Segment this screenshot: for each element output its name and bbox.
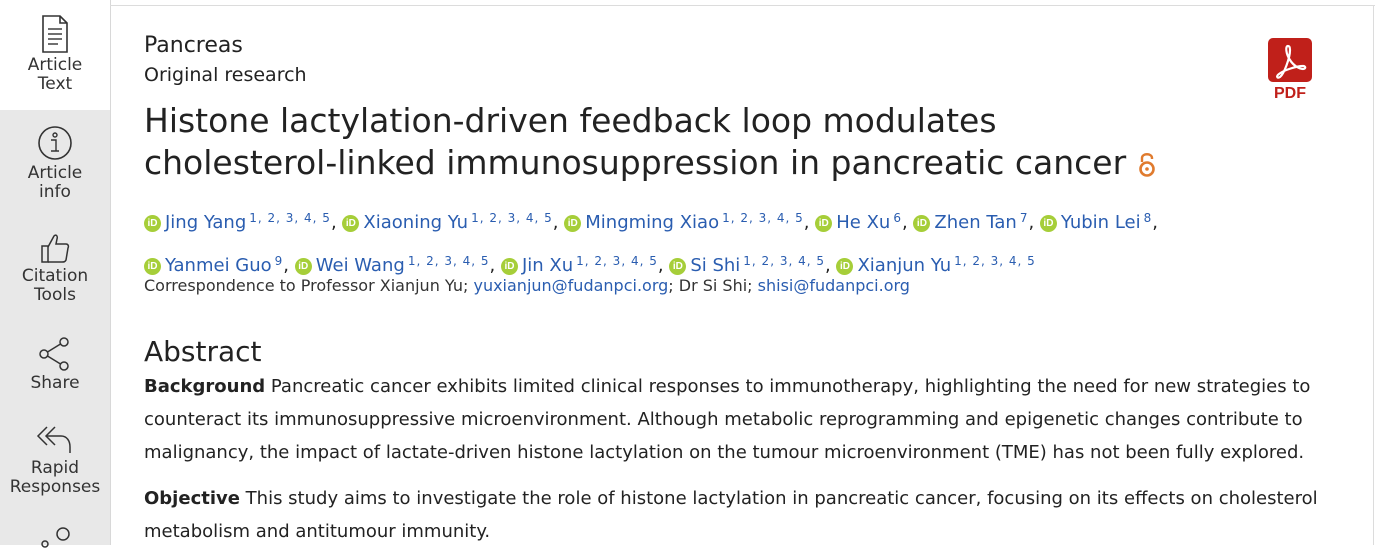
- pdf-icon: [1268, 38, 1312, 82]
- author-name: Jing Yang: [165, 212, 247, 233]
- author-affiliations[interactable]: 9: [275, 254, 284, 268]
- orcid-icon[interactable]: iD: [564, 214, 582, 232]
- objective-text: This study aims to investigate the role …: [144, 488, 1318, 542]
- author-link[interactable]: iD Jing Yang 1, 2, 3, 4, 5: [144, 211, 331, 233]
- correspondence: Correspondence to Professor Xianjun Yu; …: [144, 276, 910, 295]
- sidebar-item-article-info[interactable]: Article info: [0, 124, 110, 202]
- orcid-icon[interactable]: iD: [836, 257, 854, 275]
- author-name: He Xu: [836, 212, 891, 233]
- sidebar-item-more[interactable]: [0, 524, 110, 550]
- abstract-heading: Abstract: [144, 335, 262, 368]
- author-name: Yubin Lei: [1060, 212, 1141, 233]
- background-label: Background: [144, 376, 266, 397]
- article-title-text: Histone lactylation-driven feedback loop…: [144, 101, 1127, 182]
- author-affiliations[interactable]: 1, 2, 3, 4, 5: [743, 254, 825, 268]
- orcid-icon[interactable]: iD: [815, 214, 833, 232]
- author-separator: ,: [489, 255, 501, 276]
- abstract-objective: Objective This study aims to investigate…: [144, 482, 1334, 548]
- author-link[interactable]: iD Wei Wang 1, 2, 3, 4, 5: [294, 254, 490, 276]
- sidebar-item-share[interactable]: Share: [0, 336, 110, 393]
- orcid-icon[interactable]: iD: [500, 257, 518, 275]
- author-separator: ,: [1028, 212, 1040, 233]
- sidebar-item-article-text[interactable]: Article Text: [0, 0, 110, 110]
- correspondence-prefix: Correspondence to Professor Xianjun Yu;: [144, 276, 474, 295]
- background-text: Pancreatic cancer exhibits limited clini…: [144, 376, 1311, 463]
- orcid-icon[interactable]: iD: [294, 257, 312, 275]
- sidebar-item-label: Citation Tools: [21, 266, 89, 305]
- author-name: Xianjun Yu: [857, 255, 952, 276]
- author-name: Xiaoning Yu: [363, 212, 469, 233]
- author-separator: ,: [1152, 212, 1158, 233]
- article-type: Original research: [144, 64, 307, 86]
- author-name: Yanmei Guo: [165, 255, 272, 276]
- author-separator: ,: [803, 212, 816, 233]
- author-link[interactable]: iD Jin Xu 1, 2, 3, 4, 5: [500, 254, 658, 276]
- reply-all-icon: [36, 426, 71, 453]
- right-divider: [1373, 5, 1374, 545]
- author-affiliations[interactable]: 1, 2, 3, 4, 5: [471, 211, 553, 225]
- author-affiliations[interactable]: 1, 2, 3, 4, 5: [408, 254, 490, 268]
- author-name: Mingming Xiao: [585, 212, 720, 233]
- orcid-icon[interactable]: iD: [144, 214, 161, 232]
- author-link[interactable]: iD Si Shi 1, 2, 3, 4, 5: [669, 254, 825, 276]
- author-link[interactable]: iD Mingming Xiao 1, 2, 3, 4, 5: [564, 211, 804, 233]
- author-name: Jin Xu: [521, 255, 574, 276]
- correspondence-middle: ; Dr Si Shi;: [668, 276, 758, 295]
- orcid-icon[interactable]: iD: [669, 257, 687, 275]
- share-icon: [39, 337, 69, 371]
- orcid-icon[interactable]: iD: [913, 214, 931, 232]
- top-divider: [110, 5, 1375, 6]
- sidebar-item-label: Share: [30, 373, 80, 393]
- sidebar-item-rapid-responses[interactable]: Rapid Responses: [0, 421, 110, 497]
- author-separator: ,: [825, 255, 837, 276]
- article-sidebar: Article Text Article info Citation Tools…: [0, 0, 111, 548]
- orcid-icon[interactable]: iD: [1039, 214, 1057, 232]
- email-link-yu[interactable]: yuxianjun@fudanpci.org: [473, 276, 668, 295]
- open-access-icon: [1139, 152, 1155, 177]
- author-affiliations[interactable]: 1, 2, 3, 4, 5: [722, 211, 804, 225]
- author-link[interactable]: iD Yanmei Guo 9: [144, 254, 284, 276]
- author-separator: ,: [552, 212, 565, 233]
- author-link[interactable]: iD Xianjun Yu 1, 2, 3, 4, 5: [836, 254, 1036, 276]
- thumbs-up-icon: [41, 234, 70, 263]
- section-name: Pancreas: [144, 33, 243, 58]
- author-separator: ,: [330, 212, 343, 233]
- email-link-shi[interactable]: shisi@fudanpci.org: [758, 276, 910, 295]
- info-icon: [38, 126, 72, 160]
- author-name: Si Shi: [690, 255, 741, 276]
- pdf-label: PDF: [1274, 85, 1306, 102]
- orcid-icon[interactable]: iD: [144, 257, 161, 275]
- author-affiliations[interactable]: 1, 2, 3, 4, 5: [576, 254, 658, 268]
- author-list: iD Jing Yang 1, 2, 3, 4, 5, iD Xiaoning Yu 1…: [144, 199, 1264, 285]
- document-icon: [42, 15, 68, 53]
- objective-label: Objective: [144, 488, 240, 509]
- abstract-background: Background Pancreatic cancer exhibits li…: [144, 370, 1334, 469]
- author-affiliations[interactable]: 8: [1144, 211, 1153, 225]
- author-separator: ,: [657, 255, 670, 276]
- pdf-download-button[interactable]: PDF: [1267, 38, 1313, 103]
- author-separator: ,: [283, 255, 295, 276]
- author-affiliations[interactable]: 1, 2, 3, 4, 5: [249, 211, 331, 225]
- author-affiliations[interactable]: 6: [893, 211, 902, 225]
- author-link[interactable]: iD Xiaoning Yu 1, 2, 3, 4, 5: [342, 211, 553, 233]
- sidebar-item-label: Article Text: [27, 55, 83, 94]
- sidebar-item-label: Article info: [27, 163, 83, 202]
- user-icon: [41, 527, 70, 548]
- author-link[interactable]: iD Zhen Tan 7: [913, 211, 1028, 233]
- author-affiliations[interactable]: 1, 2, 3, 4, 5: [954, 254, 1036, 268]
- author-name: Wei Wang: [315, 255, 405, 276]
- article-title: Histone lactylation-driven feedback loop…: [144, 100, 1184, 184]
- author-link[interactable]: iD Yubin Lei 8: [1039, 211, 1153, 233]
- sidebar-item-citation-tools[interactable]: Citation Tools: [0, 231, 110, 305]
- author-name: Zhen Tan: [934, 212, 1017, 233]
- sidebar-item-label: Rapid Responses: [9, 458, 101, 497]
- orcid-icon[interactable]: iD: [342, 214, 360, 232]
- author-separator: ,: [901, 212, 914, 233]
- author-link[interactable]: iD He Xu 6: [815, 211, 902, 233]
